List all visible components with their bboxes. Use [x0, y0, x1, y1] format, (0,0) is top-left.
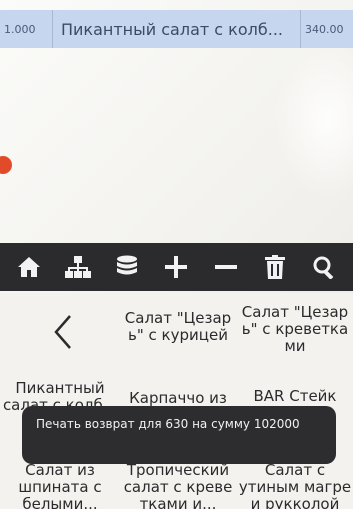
menu-item-duck-salad[interactable]: Салат с утиным магре и рукколой: [237, 462, 353, 509]
menu-item-spinach-salad[interactable]: Салат из шпината с белыми...: [2, 462, 118, 509]
screen-glare: [273, 40, 353, 200]
toolbar: [0, 243, 353, 291]
search-icon[interactable]: [309, 252, 339, 282]
minus-icon[interactable]: [211, 252, 241, 282]
order-line-name: Пикантный салат с колб...: [53, 10, 301, 48]
order-line-qty: 1.000: [0, 10, 53, 48]
toast-notification: Печать возврат для 630 на сумму 102000: [22, 406, 336, 464]
side-marker-icon[interactable]: [0, 156, 12, 174]
trash-icon[interactable]: [260, 252, 290, 282]
order-line[interactable]: 1.000 Пикантный салат с колб... 340.00: [0, 10, 353, 48]
plus-icon[interactable]: [161, 252, 191, 282]
toast-message: Печать возврат для 630 на сумму 102000: [36, 417, 300, 431]
menu-item-tropical-salad[interactable]: Тропический салат с креве тками и...: [120, 462, 236, 509]
menu-item-caesar-shrimp[interactable]: Салат "Цезар ь" с креветка ми: [237, 304, 353, 355]
chevron-left-icon[interactable]: [50, 312, 76, 352]
pos-screen: 1.000 Пикантный салат с колб... 340.00 С…: [0, 0, 353, 509]
menu-item-caesar-chicken[interactable]: Салат "Цезар ь" с курицей: [120, 310, 236, 344]
menu-item-bar-steak[interactable]: BAR Стейк: [237, 388, 353, 405]
menu-item-carpaccio[interactable]: Карпаччо из: [120, 390, 236, 407]
home-icon[interactable]: [14, 252, 44, 282]
coins-icon[interactable]: [112, 252, 142, 282]
categories-icon[interactable]: [63, 252, 93, 282]
order-line-price: 340.00: [305, 22, 344, 36]
